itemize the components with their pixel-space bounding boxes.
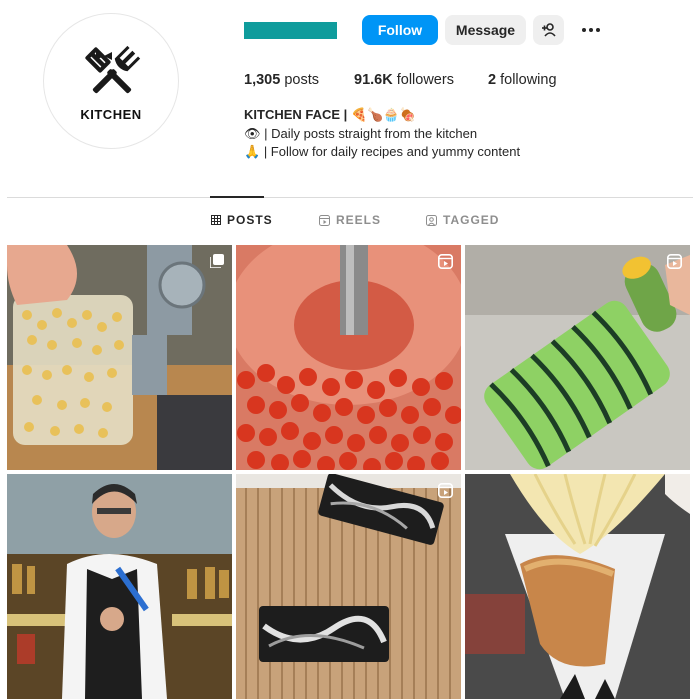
suggested-users-button[interactable] xyxy=(533,15,564,45)
add-user-icon xyxy=(541,23,556,37)
message-button[interactable]: Message xyxy=(445,15,526,45)
bartender-image xyxy=(7,474,232,699)
more-options-button[interactable] xyxy=(575,15,607,45)
following-label: following xyxy=(500,72,557,88)
bread-cone-image xyxy=(465,474,690,699)
reels-icon xyxy=(319,214,330,226)
followers-label: followers xyxy=(396,72,454,88)
post-thumbnail[interactable] xyxy=(465,245,690,470)
bio-name-line: KITCHEN FACE | 🍕🍗🧁🍖 xyxy=(244,106,520,125)
reel-icon xyxy=(438,483,453,498)
bio-text-2: | Follow for daily recipes and yummy con… xyxy=(263,144,521,159)
tab-posts-label: POSTS xyxy=(227,213,273,227)
username-redacted xyxy=(244,22,337,39)
name-emojis: 🍕🍗🧁🍖 xyxy=(350,108,416,123)
tab-tagged[interactable]: TAGGED xyxy=(426,213,499,227)
eye-emoji: 👁 xyxy=(244,126,261,142)
tab-reels-label: REELS xyxy=(336,213,382,227)
follow-button[interactable]: Follow xyxy=(362,15,438,45)
kitchen-logo-icon xyxy=(85,45,141,94)
profile-avatar[interactable]: KITCHEN xyxy=(43,13,179,149)
posts-label: posts xyxy=(284,72,319,88)
following-count: 2 xyxy=(488,72,497,88)
bio-text-1: | Daily posts straight from the kitchen xyxy=(264,125,478,141)
followers-stat[interactable]: 91.6K followers xyxy=(354,72,454,88)
post-thumbnail[interactable] xyxy=(7,245,232,470)
more-icon xyxy=(582,28,600,32)
post-thumbnail[interactable] xyxy=(7,474,232,699)
posts-count: 1,305 xyxy=(244,72,281,88)
post-thumbnail[interactable] xyxy=(465,474,690,699)
tomato-machine-image xyxy=(236,245,461,470)
corn-popper-image xyxy=(7,245,232,470)
grid-icon xyxy=(211,215,221,225)
followers-count: 91.6K xyxy=(354,72,393,88)
tab-tagged-label: TAGGED xyxy=(443,213,500,227)
pray-emoji: 🙏 xyxy=(244,145,261,160)
profile-name: KITCHEN FACE | xyxy=(244,107,348,122)
bio-line-1: 👁 | Daily posts straight from the kitche… xyxy=(244,125,520,144)
reel-icon xyxy=(438,254,453,269)
avatar-label: KITCHEN xyxy=(80,107,142,122)
tagged-icon xyxy=(426,214,437,226)
reel-icon xyxy=(667,254,682,269)
active-tab-indicator xyxy=(210,196,264,198)
profile-bio: KITCHEN FACE | 🍕🍗🧁🍖 👁 | Daily posts stra… xyxy=(244,106,520,162)
tabs-divider xyxy=(7,197,693,198)
marble-soap-image xyxy=(236,474,461,699)
post-thumbnail[interactable] xyxy=(236,245,461,470)
post-thumbnail[interactable] xyxy=(236,474,461,699)
tab-reels[interactable]: REELS xyxy=(319,213,381,227)
following-stat[interactable]: 2 following xyxy=(488,72,557,88)
tab-posts[interactable]: POSTS xyxy=(211,213,273,227)
bio-line-2: 🙏 | Follow for daily recipes and yummy c… xyxy=(244,143,520,162)
carousel-icon xyxy=(210,254,224,268)
bitter-melon-image xyxy=(465,245,690,470)
posts-stat: 1,305 posts xyxy=(244,72,319,88)
